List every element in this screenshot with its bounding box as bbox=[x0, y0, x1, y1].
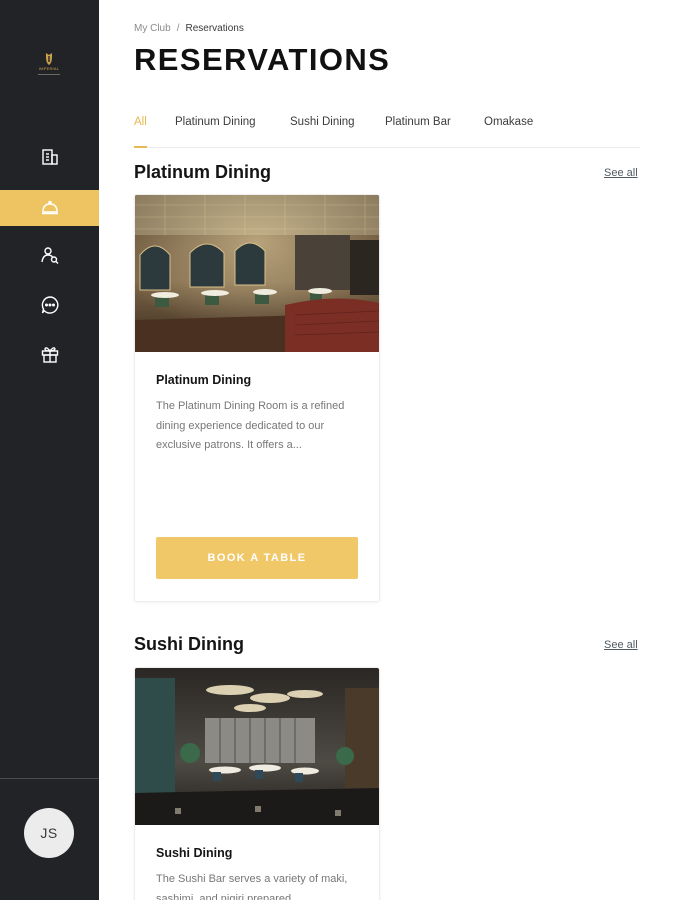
card-title: Platinum Dining bbox=[156, 373, 252, 387]
book-table-button[interactable]: BOOK A TABLE bbox=[156, 537, 358, 579]
active-tab-indicator bbox=[134, 146, 147, 148]
app-root: IMPERIAL JS My Club / Reservations RESER… bbox=[0, 0, 675, 900]
breadcrumb-current: Reservations bbox=[185, 23, 244, 34]
building-icon bbox=[41, 149, 58, 165]
tab-platinum-bar[interactable]: Platinum Bar bbox=[385, 116, 451, 128]
user-avatar[interactable]: JS bbox=[24, 808, 74, 858]
restaurant-card-platinum-dining[interactable]: Platinum Dining The Platinum Dining Room… bbox=[134, 194, 380, 602]
restaurant-image[interactable] bbox=[135, 668, 379, 825]
restaurant-card-sushi-dining[interactable]: Sushi Dining The Sushi Bar serves a vari… bbox=[134, 667, 380, 900]
chat-icon bbox=[41, 296, 58, 314]
breadcrumb-parent[interactable]: My Club bbox=[134, 23, 171, 34]
club-logo[interactable]: IMPERIAL bbox=[35, 52, 63, 84]
crest-icon bbox=[46, 53, 52, 65]
sidebar-item-club[interactable] bbox=[0, 139, 99, 175]
sidebar-item-rewards[interactable] bbox=[0, 336, 99, 372]
gift-icon bbox=[41, 347, 58, 363]
breadcrumb: My Club / Reservations bbox=[134, 23, 244, 34]
tab-all[interactable]: All bbox=[134, 116, 147, 128]
see-all-platinum-dining-link[interactable]: See all bbox=[604, 167, 638, 179]
tab-omakase[interactable]: Omakase bbox=[484, 116, 533, 128]
sidebar-divider bbox=[0, 778, 99, 779]
see-all-sushi-dining-link[interactable]: See all bbox=[604, 639, 638, 651]
tab-platinum-dining[interactable]: Platinum Dining bbox=[175, 116, 256, 128]
sidebar-item-concierge[interactable] bbox=[0, 237, 99, 273]
breadcrumb-separator: / bbox=[176, 23, 180, 34]
sidebar: IMPERIAL JS bbox=[0, 0, 99, 900]
cloche-icon bbox=[41, 200, 58, 215]
section-title-platinum-dining: Platinum Dining bbox=[134, 162, 271, 182]
restaurant-image[interactable] bbox=[135, 195, 379, 352]
tab-sushi-dining[interactable]: Sushi Dining bbox=[290, 116, 355, 128]
logo-text: IMPERIAL bbox=[38, 66, 60, 71]
concierge-icon bbox=[40, 247, 58, 264]
category-tabs: All Platinum Dining Sushi Dining Platinu… bbox=[134, 115, 640, 148]
card-title: Sushi Dining bbox=[156, 846, 233, 860]
card-description: The Sushi Bar serves a variety of maki, … bbox=[156, 873, 348, 900]
sidebar-item-reservations[interactable] bbox=[0, 190, 99, 226]
main-content: My Club / Reservations RESERVATIONS All … bbox=[99, 0, 675, 900]
sidebar-item-messages[interactable] bbox=[0, 287, 99, 323]
page-title: RESERVATIONS bbox=[134, 42, 391, 77]
card-description: The Platinum Dining Room is a refined di… bbox=[156, 400, 345, 451]
logo-underline bbox=[38, 74, 60, 75]
section-title-sushi-dining: Sushi Dining bbox=[134, 634, 244, 654]
